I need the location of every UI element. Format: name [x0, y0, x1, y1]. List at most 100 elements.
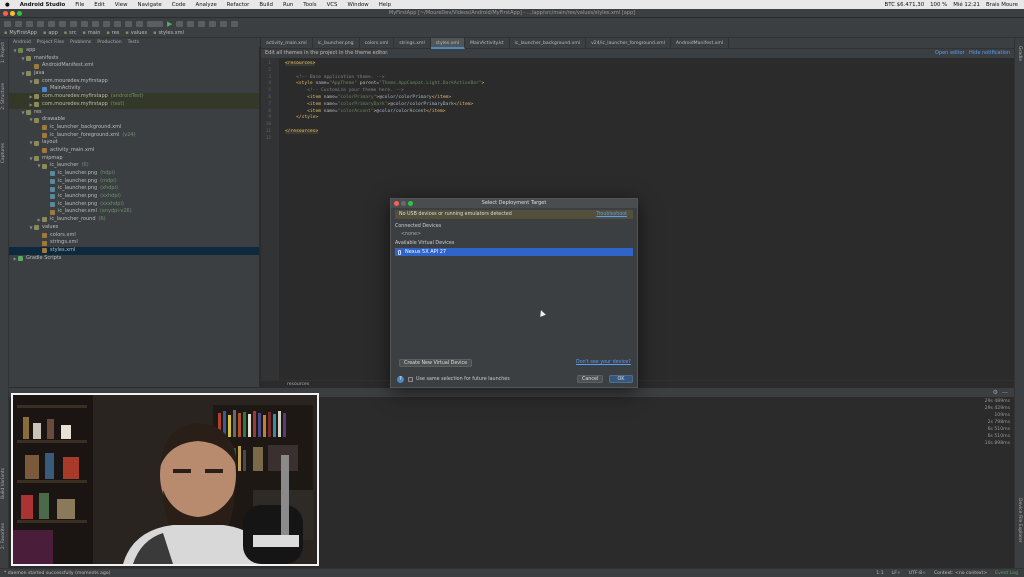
search-everywhere-icon[interactable] — [231, 20, 239, 27]
tree-item[interactable]: ▶ com.mouredev.myfirstapp (androidTest) — [9, 93, 259, 101]
code-line[interactable]: </resources> — [285, 129, 319, 134]
tool-window-build-variants[interactable]: Build Variants — [1, 468, 6, 499]
hide-panel-icon[interactable]: — — [1002, 389, 1008, 396]
menu-navigate[interactable]: Navigate — [133, 2, 167, 8]
undo-icon[interactable] — [37, 20, 44, 27]
forward-icon[interactable] — [125, 20, 132, 27]
tree-item[interactable]: ▼ layout — [9, 139, 259, 147]
tab-problems[interactable]: Problems — [70, 40, 91, 45]
tool-window-structure[interactable]: 2: Structure — [1, 83, 6, 110]
save-icon[interactable] — [15, 20, 22, 27]
breadcrumb-item[interactable]: styles.xml — [153, 30, 183, 36]
profile-icon[interactable] — [187, 20, 195, 27]
menu-help[interactable]: Help — [374, 2, 396, 8]
create-virtual-device-button[interactable]: Create New Virtual Device — [399, 359, 473, 367]
tab-production[interactable]: Production — [97, 40, 121, 45]
menu-run[interactable]: Run — [278, 2, 298, 8]
run-icon[interactable]: ▶ — [167, 20, 172, 28]
menu-refactor[interactable]: Refactor — [222, 2, 255, 8]
tree-item[interactable]: styles.xml — [9, 246, 259, 255]
breadcrumb-item[interactable]: main — [82, 30, 101, 36]
tree-item[interactable]: activity_main.xml — [9, 147, 259, 155]
code-line[interactable]: <item name="colorPrimary">@color/colorPr… — [285, 95, 451, 100]
menu-vcs[interactable]: VCS — [322, 2, 343, 8]
tree-item[interactable]: colors.xml — [9, 232, 259, 240]
tool-window-favorites[interactable]: 2: Favorites — [1, 523, 6, 549]
menu-app-name[interactable]: Android Studio — [15, 2, 71, 8]
user-name[interactable]: Brais Moure — [986, 2, 1018, 8]
code-line[interactable]: <item name="colorAccent">@color/colorAcc… — [285, 109, 445, 114]
editor-tab[interactable]: colors.xml — [360, 37, 395, 49]
breadcrumb-item[interactable]: values — [125, 30, 147, 36]
event-log-button[interactable]: Event Log — [995, 571, 1018, 576]
menu-view[interactable]: View — [110, 2, 133, 8]
tree-item[interactable]: strings.xml — [9, 239, 259, 247]
tree-item[interactable]: ▶ Gradle Scripts — [9, 255, 259, 263]
menu-edit[interactable]: Edit — [89, 2, 109, 8]
editor-tab[interactable]: MainActivity.kt — [465, 37, 510, 49]
tree-item[interactable]: ic_launcher_background.xml — [9, 124, 259, 132]
avd-manager-icon[interactable] — [220, 20, 228, 27]
status-caret-position[interactable]: 1:1 — [876, 571, 883, 576]
tab-tests[interactable]: Tests — [128, 40, 139, 45]
editor-tab[interactable]: styles.xml — [430, 37, 466, 49]
editor-tab[interactable]: ic_launcher.png — [313, 37, 360, 49]
ok-button[interactable]: OK — [609, 375, 633, 383]
code-line[interactable]: <!-- Base application theme. --> — [285, 75, 385, 80]
editor-tab[interactable]: strings.xml — [394, 37, 431, 49]
editor-tab[interactable]: activity_main.xml — [261, 37, 313, 49]
find-icon[interactable] — [92, 20, 99, 27]
tree-item[interactable]: AndroidManifest.xml — [9, 62, 259, 70]
menu-analyze[interactable]: Analyze — [191, 2, 222, 8]
apple-icon[interactable]: ● — [0, 2, 15, 8]
close-window-icon[interactable] — [3, 11, 8, 16]
cancel-button[interactable]: Cancel — [577, 375, 604, 383]
tool-window-gradle[interactable]: Gradle — [1017, 46, 1022, 61]
replace-icon[interactable] — [103, 20, 110, 27]
tree-item[interactable]: ▼ com.mouredev.myfirstapp — [9, 78, 259, 86]
hide-notification-link[interactable]: Hide notification — [969, 49, 1010, 58]
tree-item[interactable]: ▼ values — [9, 224, 259, 232]
menu-build[interactable]: Build — [254, 2, 278, 8]
open-editor-link[interactable]: Open editor — [935, 49, 965, 58]
tree-item[interactable]: ▼ java — [9, 70, 259, 78]
status-line-separator[interactable]: LF÷ — [892, 571, 901, 576]
zoom-window-icon[interactable] — [17, 11, 22, 16]
tool-window-captures[interactable]: Captures — [1, 143, 6, 163]
breadcrumb-item[interactable]: res — [106, 30, 120, 36]
back-icon[interactable] — [114, 20, 121, 27]
btc-price[interactable]: BTC $6.471,30 — [885, 2, 925, 8]
breadcrumb-item[interactable]: app — [43, 30, 57, 36]
tree-item[interactable]: ic_launcher.png (hdpi) — [9, 170, 259, 178]
sdk-manager-icon[interactable] — [209, 20, 217, 27]
cut-icon[interactable] — [59, 20, 66, 27]
close-dialog-icon[interactable] — [394, 201, 399, 206]
make-project-icon[interactable] — [136, 20, 143, 27]
tree-item[interactable]: ic_launcher_foreground.xml (v24) — [9, 132, 259, 140]
minimize-window-icon[interactable] — [10, 11, 15, 16]
menu-tools[interactable]: Tools — [298, 2, 321, 8]
code-line[interactable]: </style> — [285, 115, 318, 120]
status-encoding[interactable]: UTF-8÷ — [909, 571, 926, 576]
zoom-dialog-icon[interactable] — [408, 201, 413, 206]
tree-item[interactable]: ▶ com.mouredev.myfirstapp (test) — [9, 100, 259, 109]
tool-window-device-file-explorer[interactable]: Device File Explorer — [1017, 498, 1022, 543]
dont-see-device-link[interactable]: Don't see your device? — [576, 360, 631, 365]
tree-item[interactable]: ▼ drawable — [9, 116, 259, 124]
code-line[interactable]: <style name="AppTheme" parent="Theme.App… — [285, 81, 484, 86]
tab-project-files[interactable]: Project Files — [37, 40, 64, 45]
breadcrumb-item[interactable]: MyFirstApp — [4, 30, 37, 36]
troubleshoot-link[interactable]: Troubleshoot — [596, 210, 627, 219]
tree-item[interactable]: ic_launcher.png (xhdpi) — [9, 185, 259, 193]
tree-item[interactable]: MainActivity — [9, 85, 259, 93]
status-message[interactable]: * daemon started successfully (moments a… — [4, 571, 110, 576]
same-selection-checkbox[interactable] — [408, 377, 413, 382]
tree-item[interactable]: ▼ ic_launcher (6) — [9, 162, 259, 170]
code-line[interactable]: <resources> — [285, 61, 316, 66]
help-icon[interactable]: ? — [397, 376, 404, 383]
menu-code[interactable]: Code — [167, 2, 191, 8]
tree-item[interactable]: ic_launcher.png (xxhdpi) — [9, 193, 259, 201]
copy-icon[interactable] — [70, 20, 77, 27]
tab-android[interactable]: Android — [13, 40, 31, 45]
debug-icon[interactable] — [176, 20, 184, 27]
